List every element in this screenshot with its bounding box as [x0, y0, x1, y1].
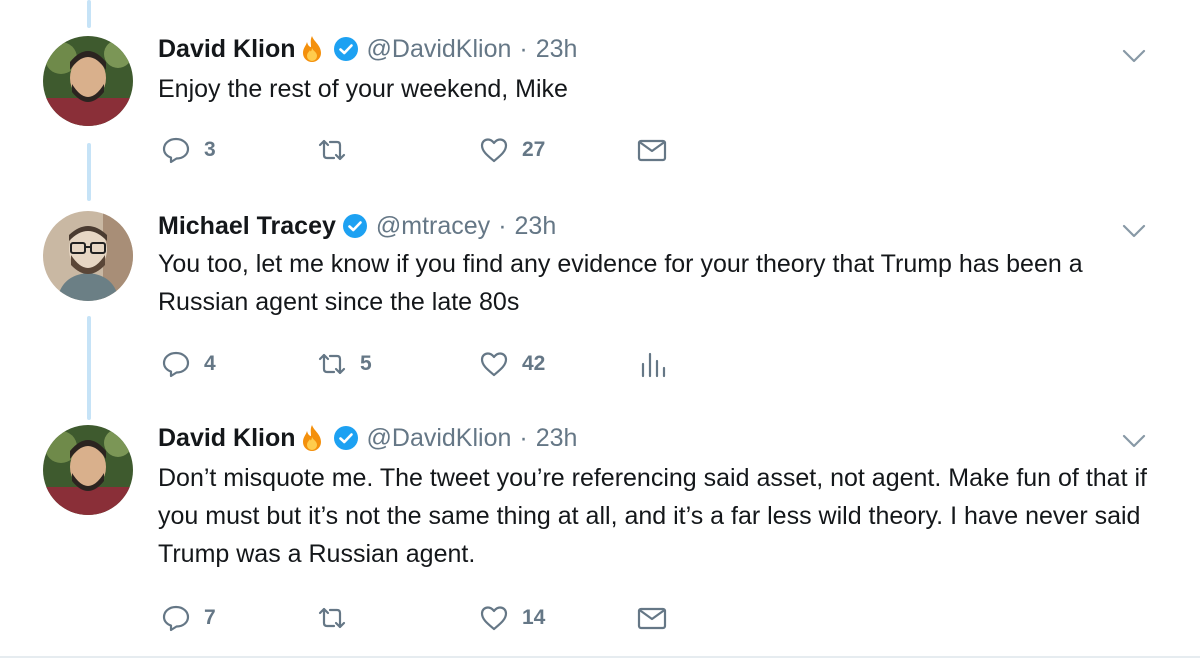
heart-icon: [478, 348, 510, 380]
reply-count: 3: [204, 138, 216, 161]
display-name[interactable]: Michael Tracey: [158, 212, 336, 241]
reply-count: 4: [204, 352, 216, 375]
timestamp[interactable]: 23h: [536, 424, 578, 453]
retweet-button[interactable]: 5: [316, 346, 372, 382]
reply-button[interactable]: 3: [160, 132, 216, 168]
reply-button[interactable]: 7: [160, 600, 216, 636]
like-button[interactable]: 14: [478, 600, 545, 636]
user-handle[interactable]: @DavidKlion: [367, 35, 512, 64]
direct-message-button[interactable]: [636, 600, 668, 636]
tweet-text: You too, let me know if you find any evi…: [158, 250, 1083, 316]
timestamp[interactable]: 23h: [536, 35, 578, 64]
separator-dot: ·: [519, 34, 528, 63]
avatar[interactable]: [43, 36, 133, 126]
retweet-icon: [316, 602, 348, 634]
user-handle[interactable]: @mtracey: [376, 212, 490, 241]
thread-line: [87, 0, 91, 28]
like-count: 14: [522, 606, 546, 629]
retweet-button[interactable]: [316, 600, 360, 636]
reply-icon: [160, 134, 192, 166]
chevron-down-icon[interactable]: [1121, 223, 1147, 239]
retweet-button[interactable]: [316, 132, 360, 168]
reply-button[interactable]: 4: [160, 346, 216, 382]
avatar[interactable]: [43, 425, 133, 515]
display-name[interactable]: David Klion: [158, 424, 296, 453]
retweet-icon: [316, 134, 348, 166]
fire-emoji-icon: [297, 34, 327, 64]
envelope-icon: [636, 134, 668, 166]
chevron-down-icon[interactable]: [1121, 48, 1147, 64]
tweet-text: Don’t misquote me. The tweet you’re refe…: [158, 464, 1147, 568]
separator-dot: ·: [498, 211, 507, 240]
analytics-icon: [636, 348, 668, 380]
envelope-icon: [636, 602, 668, 634]
like-button[interactable]: 42: [478, 346, 545, 382]
reply-icon: [160, 602, 192, 634]
like-count: 42: [522, 352, 546, 375]
verified-badge-icon: [342, 213, 368, 239]
user-handle[interactable]: @DavidKlion: [367, 424, 512, 453]
timestamp[interactable]: 23h: [515, 212, 557, 241]
verified-badge-icon: [333, 36, 359, 62]
heart-icon: [478, 602, 510, 634]
fire-emoji-icon: [297, 423, 327, 453]
display-name[interactable]: David Klion: [158, 35, 296, 64]
avatar[interactable]: [43, 211, 133, 301]
reply-icon: [160, 348, 192, 380]
separator-dot: ·: [519, 423, 528, 452]
direct-message-button[interactable]: [636, 132, 668, 168]
tweet-header: Michael Tracey @mtracey · 23h: [158, 206, 556, 246]
thread-line: [87, 143, 91, 201]
retweet-icon: [316, 348, 348, 380]
tweet-header: David Klion @DavidKlion · 23h: [158, 29, 577, 69]
like-count: 27: [522, 138, 546, 161]
retweet-count: 5: [360, 352, 372, 375]
heart-icon: [478, 134, 510, 166]
tweet-text: Enjoy the rest of your weekend, Mike: [158, 75, 568, 103]
like-button[interactable]: 27: [478, 132, 545, 168]
reply-count: 7: [204, 606, 216, 629]
thread-line: [87, 316, 91, 420]
analytics-button[interactable]: [636, 346, 668, 382]
verified-badge-icon: [333, 425, 359, 451]
chevron-down-icon[interactable]: [1121, 433, 1147, 449]
tweet-header: David Klion @DavidKlion · 23h: [158, 418, 577, 458]
